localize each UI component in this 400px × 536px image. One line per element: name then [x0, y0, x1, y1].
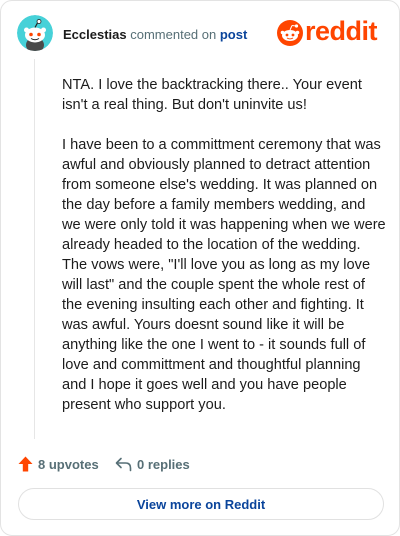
- view-more-button[interactable]: View more on Reddit: [18, 488, 384, 520]
- upvote-count: 8 upvotes: [38, 456, 99, 472]
- snoo-avatar-icon: [17, 15, 53, 51]
- username-link[interactable]: Ecclestias: [63, 27, 127, 42]
- comment-body: NTA. I love the backtracking there.. You…: [62, 75, 386, 435]
- reply-count: 0 replies: [137, 456, 190, 472]
- upvote-button[interactable]: 8 upvotes: [18, 453, 99, 475]
- comment-byline: Ecclestias commented on post: [63, 27, 247, 43]
- post-link[interactable]: post: [220, 27, 247, 42]
- reddit-wordmark: reddit: [305, 16, 378, 46]
- upvote-arrow-icon: [18, 456, 33, 472]
- user-avatar[interactable]: [17, 15, 53, 51]
- reddit-logo[interactable]: reddit: [277, 16, 383, 48]
- comment-embed-card: Ecclestias commented on post reddit NTA.…: [0, 0, 400, 536]
- view-more-label: View more on Reddit: [136, 496, 266, 512]
- replies-button[interactable]: 0 replies: [115, 453, 190, 475]
- comment-paragraph-2: I have been to a committment ceremony th…: [62, 137, 386, 413]
- comment-actions: 8 upvotes 0 replies: [18, 453, 383, 475]
- reply-arrow-icon: [115, 457, 132, 471]
- commented-on-text: commented on: [130, 27, 217, 42]
- comment-paragraph-1: NTA. I love the backtracking there.. You…: [62, 77, 362, 113]
- comment-header: Ecclestias commented on post reddit: [17, 15, 383, 51]
- reddit-logo-icon: [277, 20, 303, 46]
- thread-line: [34, 59, 35, 439]
